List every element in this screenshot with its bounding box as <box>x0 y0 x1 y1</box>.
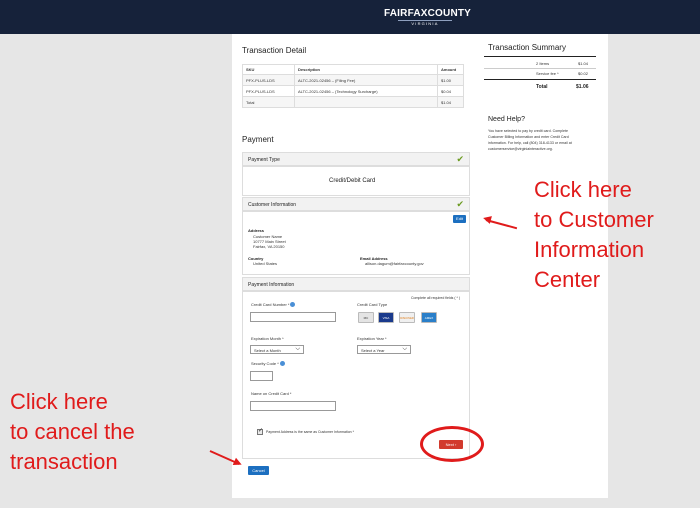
payment-type-body: Credit/Debit Card <box>242 166 470 196</box>
same-address-checkbox[interactable]: ✓ <box>257 428 264 435</box>
exp-year-value: Select a Year <box>361 348 385 353</box>
cell-amount: $0.04 <box>437 85 464 97</box>
mastercard-icon[interactable]: MC <box>358 312 374 323</box>
cell-total-amount: $1.04 <box>437 96 464 108</box>
same-address-label: Payment Address is the same as Customer … <box>266 430 354 434</box>
payment-type-header[interactable]: Payment Type ✔ <box>242 152 470 166</box>
col-sku: SKU <box>242 64 295 75</box>
transaction-detail-table: SKU Description Amount PFX-PLUS-LDS ALTC… <box>242 64 464 108</box>
help-text-1: You have selected to pay by credit card.… <box>488 129 568 133</box>
fairfax-logo[interactable]: FAIRFAXCOUNTY VIRGINIA <box>384 8 472 27</box>
col-description: Description <box>294 64 438 75</box>
cell-sku: PFX-PLUS-LDS <box>242 74 295 86</box>
payment-type-value: Credit/Debit Card <box>329 178 376 184</box>
summary-divider <box>484 68 596 69</box>
payment-info-header[interactable]: Payment Information <box>242 277 470 291</box>
summary-items-value: $1.04 <box>578 61 589 66</box>
check-icon: ✔ <box>456 199 464 209</box>
top-header: FAIRFAXCOUNTY VIRGINIA <box>0 0 700 34</box>
transaction-detail-title: Transaction Detail <box>242 46 307 55</box>
discover-icon[interactable]: DISCOVER <box>399 312 415 323</box>
info-icon[interactable] <box>279 361 285 367</box>
payment-info-label: Payment Information <box>248 282 295 288</box>
card-number-label: Credit Card Number * <box>251 302 296 308</box>
security-code-label: Security Code * <box>251 361 285 367</box>
table-header-row: SKU Description Amount <box>242 64 464 75</box>
info-icon[interactable] <box>290 302 296 308</box>
annotation-line: to cancel the <box>10 419 135 444</box>
annotation-customer-info: Click here to Customer Information Cente… <box>534 175 654 295</box>
summary-total-label: Total <box>536 84 548 90</box>
address-label: Address <box>248 228 265 233</box>
help-title: Need Help? <box>488 116 525 123</box>
summary-title: Transaction Summary <box>488 43 566 52</box>
help-text-4: customerservice@virginiainteractive.org. <box>488 147 553 151</box>
customer-info-body: Edit Address Customer Name 10777 Main St… <box>242 211 470 275</box>
annotation-line: Information <box>534 237 645 262</box>
name-on-card-label: Name on Credit Card * <box>251 391 292 396</box>
annotation-line: Click here <box>534 177 632 202</box>
card-number-input[interactable] <box>250 312 336 322</box>
cell-description <box>294 96 438 108</box>
annotation-line: to Customer <box>534 207 654 232</box>
edit-button[interactable]: Edit <box>453 215 466 223</box>
exp-year-select[interactable]: Select a Year ⌵ <box>357 345 411 354</box>
card-type-label: Credit Card Type <box>357 302 388 307</box>
exp-month-value: Select a Month <box>254 348 281 353</box>
help-text-3: information. For help, call (804) 318-41… <box>488 141 572 145</box>
customer-info-header[interactable]: Customer Information ✔ <box>242 197 470 211</box>
payment-title: Payment <box>242 135 274 144</box>
table-row: PFX-PLUS-LDS ALTC-2021-02456 – (Filing F… <box>242 74 464 86</box>
summary-fee-value: $0.02 <box>578 71 589 76</box>
table-row: PFX-PLUS-LDS ALTC-2021-02456 – (Technolo… <box>242 85 464 97</box>
customer-info-label: Customer Information <box>248 202 297 208</box>
check-icon: ✓ <box>258 428 264 434</box>
required-note: Complete all required fields ( * ) <box>411 296 461 300</box>
annotation-line: Center <box>534 267 601 292</box>
summary-items-label: 2 Items <box>536 61 550 66</box>
summary-divider <box>484 79 596 80</box>
annotation-line: transaction <box>10 449 118 474</box>
annotation-cancel: Click here to cancel the transaction <box>10 387 135 477</box>
address-line-3: Fairfax, VA 20150 <box>253 244 285 249</box>
summary-divider <box>484 56 596 57</box>
cell-total-label: Total <box>242 96 295 108</box>
annotation-circle <box>420 426 484 462</box>
name-on-card-input[interactable] <box>250 401 336 411</box>
summary-total-value: $1.06 <box>576 84 589 90</box>
logo-sub-text: VIRGINIA <box>398 20 452 27</box>
logo-main-text: FAIRFAXCOUNTY <box>384 8 472 19</box>
cell-amount: $1.00 <box>437 74 464 86</box>
chevron-down-icon: ⌵ <box>402 346 407 352</box>
cancel-button[interactable]: Cancel <box>248 466 269 475</box>
chevron-down-icon: ⌵ <box>295 346 300 352</box>
country-value: United States <box>253 261 278 266</box>
exp-month-label: Expiration Month * <box>251 336 284 341</box>
help-text-2: Customer Billing Information and enter C… <box>488 135 569 139</box>
cell-sku: PFX-PLUS-LDS <box>242 85 295 97</box>
visa-icon[interactable]: VISA <box>378 312 394 323</box>
amex-icon[interactable]: AMEX <box>421 312 437 323</box>
check-icon: ✔ <box>456 154 464 164</box>
exp-year-label: Expiration Year * <box>357 336 387 341</box>
cell-description: ALTC-2021-02456 – (Filing Fee) <box>294 74 438 86</box>
col-amount: Amount <box>437 64 464 75</box>
annotation-line: Click here <box>10 389 108 414</box>
table-row: Total $1.04 <box>242 96 464 108</box>
summary-fee-label: Service fee * <box>536 71 559 76</box>
cell-description: ALTC-2021-02456 – (Technology Surcharge) <box>294 85 438 97</box>
security-code-input[interactable] <box>250 371 273 381</box>
payment-type-label: Payment Type <box>248 157 280 163</box>
exp-month-select[interactable]: Select a Month ⌵ <box>250 345 304 354</box>
email-value: allison.dagum@fairfaxcounty.gov <box>365 261 424 266</box>
